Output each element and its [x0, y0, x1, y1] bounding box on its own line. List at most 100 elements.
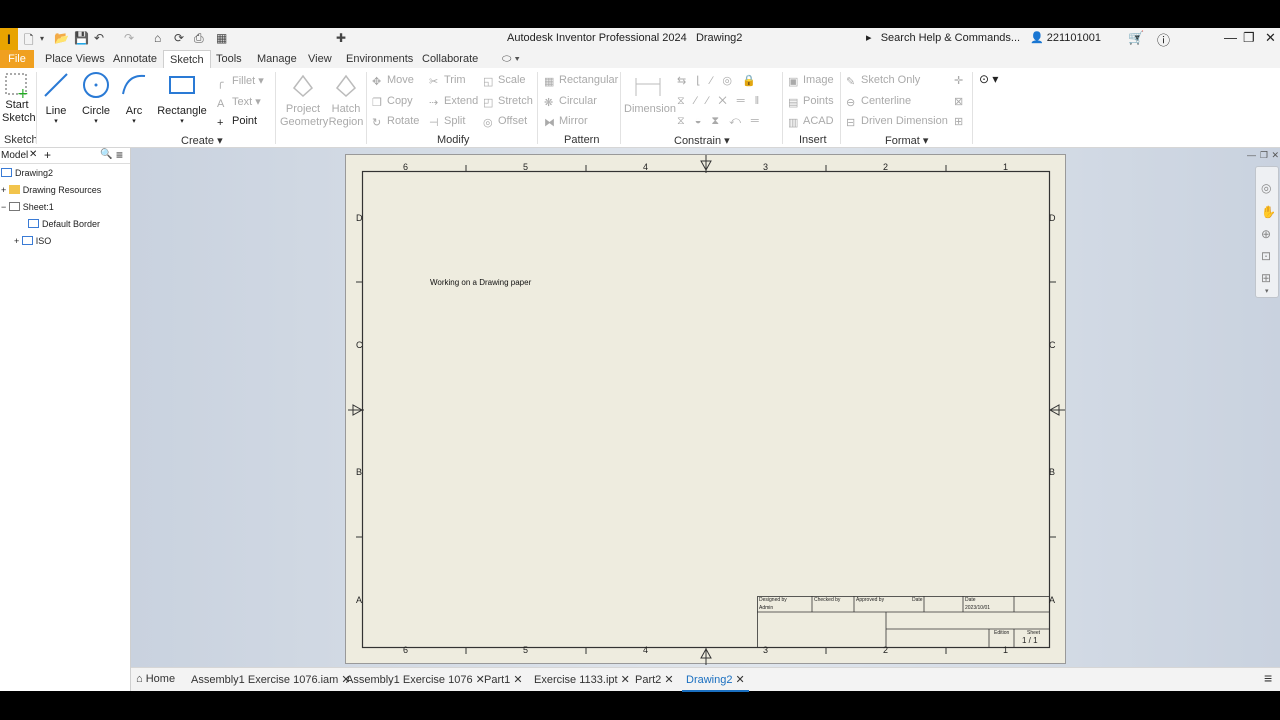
sketch-only-button[interactable]: ✎ Sketch Only	[846, 74, 920, 88]
redo-icon[interactable]: ↷	[124, 31, 134, 45]
close-tab-icon[interactable]: ✕	[513, 674, 522, 686]
add-browser-icon[interactable]: +	[44, 148, 51, 162]
tab-view[interactable]: View	[302, 50, 338, 68]
arc-button[interactable]: Arc ▾	[118, 70, 150, 125]
trim-button[interactable]: ✂ Trim	[429, 74, 466, 88]
cart-icon[interactable]: 🛒	[1128, 30, 1144, 46]
scale-button[interactable]: ◱ Scale	[483, 74, 526, 88]
project-geometry-button[interactable]: Project Geometry	[280, 70, 328, 129]
close-tab-icon[interactable]: ✕	[664, 674, 673, 686]
tree-item-drawing[interactable]: Drawing2	[1, 168, 53, 178]
format-extra-icon-2[interactable]: ⊠	[954, 95, 963, 108]
tab-environments[interactable]: Environments	[340, 50, 419, 68]
window-restore-icon[interactable]: ❐	[1260, 150, 1268, 161]
ribbon-options-icon[interactable]: ⬭ ▾	[496, 50, 526, 68]
close-browser-icon[interactable]: ✕	[29, 149, 37, 160]
panel-format-label[interactable]: Format ▾	[885, 134, 928, 147]
acad-button[interactable]: ▥ ACAD	[788, 115, 834, 129]
hatch-region-button[interactable]: Hatch Region	[328, 70, 364, 129]
zoom-window-icon[interactable]: ⊞	[1261, 271, 1271, 285]
finish-sketch-dropdown-icon[interactable]: ⊙ ▾	[979, 72, 998, 86]
panel-constrain-label[interactable]: Constrain ▾	[674, 134, 730, 147]
text-button[interactable]: A Text ▾	[217, 95, 261, 110]
drawing-note[interactable]: Working on a Drawing paper	[430, 278, 531, 287]
tab-collaborate[interactable]: Collaborate	[416, 50, 484, 68]
new-dropdown-icon[interactable]: ▾	[40, 34, 44, 43]
copy-button[interactable]: ❐ Copy	[372, 95, 413, 109]
home-icon[interactable]: ⌂	[154, 31, 161, 45]
tab-exercise-1133[interactable]: Exercise 1133.ipt ✕	[534, 673, 630, 686]
tab-assembly1-exercise-1076[interactable]: Assembly1 Exercise 1076 ✕	[346, 673, 485, 686]
tab-assembly1-exercise-1076-iam[interactable]: Assembly1 Exercise 1076.iam ✕	[191, 673, 351, 686]
extend-button[interactable]: ⇢ Extend	[429, 95, 478, 109]
close-button[interactable]: ✕	[1265, 30, 1276, 46]
points-button[interactable]: ▤ Points	[788, 95, 834, 109]
tab-part2[interactable]: Part2 ✕	[635, 673, 674, 686]
tab-place-views[interactable]: Place Views	[39, 50, 111, 68]
save-icon[interactable]: 💾	[74, 31, 89, 45]
format-extra-icon-1[interactable]: ✛	[954, 74, 963, 87]
tree-item-iso[interactable]: + ISO	[14, 236, 51, 246]
tab-part1[interactable]: Part1 ✕	[484, 673, 523, 686]
tab-file[interactable]: File	[0, 50, 34, 68]
search-icon[interactable]: 🔍	[100, 149, 112, 160]
constraint-icons-row1[interactable]: ⇆⌊∕◎🔒	[677, 74, 766, 87]
constraint-icons-row3[interactable]: ⧖◒⧗↶═	[677, 115, 769, 128]
tab-drawing2[interactable]: Drawing2 ✕	[682, 673, 749, 692]
stretch-button[interactable]: ◰ Stretch	[483, 95, 533, 109]
print-icon[interactable]: ⎙	[194, 31, 204, 46]
tab-sketch[interactable]: Sketch	[163, 50, 211, 68]
zoom-all-icon[interactable]: ⊡	[1261, 249, 1271, 263]
restore-button[interactable]: ❐	[1243, 30, 1255, 46]
centerline-button[interactable]: ⊖ Centerline	[846, 95, 911, 109]
tab-tools[interactable]: Tools	[210, 50, 248, 68]
new-file-icon[interactable]: 🗋	[24, 31, 34, 52]
user-account[interactable]: 👤 221101001 ▾	[1030, 31, 1140, 44]
window-close-icon[interactable]: ✕	[1271, 150, 1279, 161]
circle-button[interactable]: Circle ▾	[80, 70, 112, 125]
line-button[interactable]: Line ▾	[40, 70, 72, 125]
move-button[interactable]: ✥ Move	[372, 74, 414, 88]
steering-wheel-icon[interactable]: ◎	[1261, 181, 1271, 195]
format-extra-icon-3[interactable]: ⊞	[954, 115, 963, 128]
rotate-button[interactable]: ↻ Rotate	[372, 115, 419, 129]
point-button[interactable]: + Point	[217, 115, 257, 129]
split-button[interactable]: ⊣ Split	[429, 115, 465, 129]
nav-dropdown-icon[interactable]: ▾	[1265, 287, 1269, 295]
tree-item-sheet[interactable]: − Sheet:1	[1, 202, 54, 212]
minimize-button[interactable]: —	[1224, 30, 1237, 45]
tab-home[interactable]: ⌂ Home	[136, 673, 175, 685]
fillet-button[interactable]: ╭ Fillet ▾	[217, 74, 264, 89]
expand-icon[interactable]: +	[1, 185, 6, 195]
tab-menu-icon[interactable]: ≡	[1264, 670, 1272, 686]
drawing-sheet[interactable]: 6 5 4 3 2 1 6 5 4 3 2 1 D C B A D C B A …	[345, 154, 1066, 665]
zoom-icon[interactable]: ⊕	[1261, 227, 1271, 241]
tree-item-drawing-resources[interactable]: + Drawing Resources	[1, 185, 101, 195]
constraint-icons-row2[interactable]: ⧖∕∕✕═‖	[677, 95, 769, 108]
mirror-button[interactable]: ⧓ Mirror	[544, 115, 588, 129]
start-sketch-button[interactable]: + Start Sketch	[2, 70, 36, 125]
open-icon[interactable]: 📂	[54, 31, 69, 45]
measure-icon[interactable]: ▦	[216, 31, 227, 45]
rectangle-button[interactable]: Rectangle ▾	[157, 70, 207, 125]
rectangular-pattern-button[interactable]: ▦ Rectangular	[544, 74, 618, 88]
help-icon[interactable]: ⓘ	[1157, 30, 1170, 49]
pan-icon[interactable]: ✋	[1261, 205, 1276, 219]
panel-create-label[interactable]: Create ▾	[181, 134, 223, 147]
add-icon[interactable]: ✚	[336, 31, 346, 45]
driven-dimension-button[interactable]: ⊟ Driven Dimension	[846, 115, 948, 129]
offset-button[interactable]: ◎ Offset	[483, 115, 527, 129]
collapse-icon[interactable]: −	[1, 202, 6, 212]
tree-item-default-border[interactable]: Default Border	[28, 219, 100, 229]
image-button[interactable]: ▣ Image	[788, 74, 834, 88]
close-tab-icon[interactable]: ✕	[736, 674, 745, 686]
inventor-logo-icon[interactable]: I	[0, 28, 18, 50]
tab-manage[interactable]: Manage	[251, 50, 303, 68]
tab-annotate[interactable]: Annotate	[107, 50, 163, 68]
window-minimize-icon[interactable]: —	[1247, 150, 1256, 160]
close-tab-icon[interactable]: ✕	[621, 674, 630, 686]
circular-pattern-button[interactable]: ❋ Circular	[544, 95, 597, 109]
undo-icon[interactable]: ↶	[94, 31, 104, 45]
update-icon[interactable]: ⟳	[174, 31, 184, 45]
menu-icon[interactable]: ≡	[116, 148, 123, 162]
